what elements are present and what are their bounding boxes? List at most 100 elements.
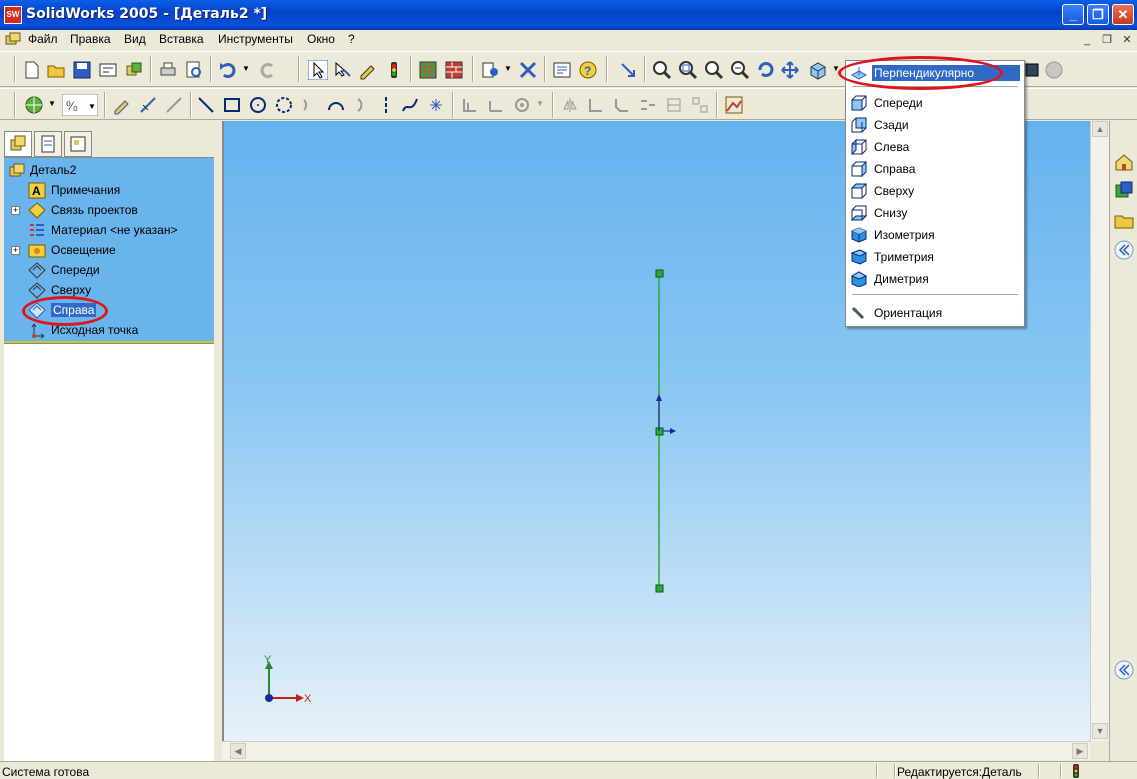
- design-library-icon[interactable]: [1113, 179, 1135, 201]
- sketch-icon[interactable]: [112, 95, 132, 115]
- centerpoint-arc-icon[interactable]: [352, 95, 372, 115]
- sketch-edit-icon[interactable]: [358, 60, 378, 80]
- arc-tool-icon[interactable]: [274, 95, 294, 115]
- file-explorer-icon[interactable]: [1113, 209, 1135, 231]
- menu-item-top[interactable]: Сверху: [846, 180, 1024, 202]
- close-button[interactable]: ✕: [1112, 4, 1134, 25]
- scroll-up-icon[interactable]: ▲: [1092, 121, 1108, 137]
- menu-view[interactable]: Вид: [124, 32, 146, 46]
- properties-icon[interactable]: [552, 60, 572, 80]
- menu-file[interactable]: Файл: [28, 32, 58, 46]
- view-globe-dropdown-icon[interactable]: ▼: [48, 99, 56, 108]
- move-entities-icon[interactable]: [690, 95, 710, 115]
- circular-pattern-icon[interactable]: [664, 95, 684, 115]
- horizontal-scrollbar[interactable]: ◀ ▶: [222, 741, 1090, 760]
- view-orientation-icon[interactable]: [808, 60, 828, 80]
- expand-pane-icon[interactable]: [1113, 659, 1135, 681]
- undo-icon[interactable]: [218, 60, 238, 80]
- collapse-pane-icon[interactable]: [1113, 239, 1135, 261]
- maximize-button[interactable]: ❐: [1087, 4, 1109, 25]
- options-icon[interactable]: [480, 60, 500, 80]
- minimize-button[interactable]: _: [1062, 4, 1084, 25]
- tree-item-material[interactable]: Материал <не указан>: [4, 220, 214, 240]
- menu-window[interactable]: Окно: [307, 32, 335, 46]
- tree-item-top-plane[interactable]: Сверху: [4, 280, 214, 300]
- pan-icon[interactable]: [780, 60, 800, 80]
- tab-property-manager[interactable]: [34, 131, 62, 157]
- mirror-icon[interactable]: [560, 95, 580, 115]
- help-icon[interactable]: ?: [578, 60, 598, 80]
- tab-configuration-manager[interactable]: [64, 131, 92, 157]
- doc-restore-icon[interactable]: ❐: [1100, 33, 1114, 47]
- make-assembly-icon[interactable]: [124, 60, 144, 80]
- centerline-icon[interactable]: [376, 95, 396, 115]
- shaded-sphere-icon[interactable]: [1044, 60, 1064, 80]
- scroll-left-icon[interactable]: ◀: [230, 743, 246, 759]
- doc-close-icon[interactable]: ✕: [1120, 33, 1134, 47]
- circle-tool-icon[interactable]: [248, 95, 268, 115]
- linear-pattern-icon[interactable]: [638, 95, 658, 115]
- menu-item-right[interactable]: Справа: [846, 158, 1024, 180]
- menu-item-back[interactable]: Сзади: [846, 114, 1024, 136]
- tab-feature-manager[interactable]: [4, 131, 32, 157]
- tree-item-origin[interactable]: Исходная точка: [4, 320, 214, 340]
- offset-dropdown-icon[interactable]: ▼: [536, 99, 544, 108]
- tree-item-front-plane[interactable]: Спереди: [4, 260, 214, 280]
- menu-item-dimetric[interactable]: Диметрия: [846, 268, 1024, 290]
- rebuild-icon[interactable]: [384, 60, 404, 80]
- menu-item-front[interactable]: Спереди: [846, 92, 1024, 114]
- tangent-arc-icon[interactable]: [300, 95, 320, 115]
- tree-item-annotations[interactable]: A Примечания: [4, 180, 214, 200]
- redo-icon[interactable]: [258, 60, 278, 80]
- doc-minimize-icon[interactable]: _: [1080, 33, 1094, 47]
- trim-icon[interactable]: [460, 95, 480, 115]
- zoom-to-area-icon[interactable]: [678, 60, 698, 80]
- part-document-icon[interactable]: [4, 32, 22, 48]
- menu-item-bottom[interactable]: Снизу: [846, 202, 1024, 224]
- menu-item-left[interactable]: Слева: [846, 136, 1024, 158]
- chamfer-icon[interactable]: [612, 95, 632, 115]
- point-tool-icon[interactable]: [426, 95, 446, 115]
- three-point-arc-icon[interactable]: [326, 95, 346, 115]
- zoom-to-selection-icon[interactable]: [730, 60, 750, 80]
- home-icon[interactable]: [1113, 151, 1135, 173]
- bricks-icon[interactable]: [444, 60, 464, 80]
- display-style-icon[interactable]: [1022, 60, 1042, 80]
- options-dropdown-icon[interactable]: ▼: [504, 64, 512, 73]
- relations-icon[interactable]: [164, 95, 184, 115]
- expand-icon[interactable]: +: [11, 246, 20, 255]
- scroll-right-icon[interactable]: ▶: [1072, 743, 1088, 759]
- open-folder-icon[interactable]: [46, 60, 66, 80]
- undo-dropdown-icon[interactable]: ▼: [242, 64, 250, 73]
- sketch-endpoint-top[interactable]: [655, 269, 664, 278]
- view-globe-icon[interactable]: [24, 95, 44, 115]
- select-other-icon[interactable]: [332, 60, 352, 80]
- previous-view-icon[interactable]: [618, 60, 638, 80]
- zoom-in-out-icon[interactable]: [704, 60, 724, 80]
- menu-item-isometric[interactable]: Изометрия: [846, 224, 1024, 246]
- sketch-endpoint-bottom[interactable]: [655, 584, 664, 593]
- tree-root[interactable]: Деталь2: [4, 160, 214, 180]
- scroll-down-icon[interactable]: ▼: [1092, 723, 1108, 739]
- print-icon[interactable]: [158, 60, 178, 80]
- spline-tool-icon[interactable]: [400, 95, 420, 115]
- make-drawing-icon[interactable]: [98, 60, 118, 80]
- grid-icon[interactable]: [418, 60, 438, 80]
- print-preview-icon[interactable]: [184, 60, 204, 80]
- rotate-view-icon[interactable]: [756, 60, 776, 80]
- fillet-icon[interactable]: [586, 95, 606, 115]
- smart-dimension-icon[interactable]: ⁰⁄₀ ▼: [62, 94, 98, 116]
- menu-edit[interactable]: Правка: [70, 32, 111, 46]
- sketch-picture-icon[interactable]: [724, 95, 744, 115]
- menu-insert[interactable]: Вставка: [159, 32, 204, 46]
- menu-tools[interactable]: Инструменты: [218, 32, 293, 46]
- customize-icon[interactable]: [518, 60, 538, 80]
- zoom-to-fit-icon[interactable]: [652, 60, 672, 80]
- dimension-icon[interactable]: [138, 95, 158, 115]
- rebuild-status-icon[interactable]: [1068, 764, 1084, 778]
- vertical-scrollbar[interactable]: ▲ ▼: [1090, 121, 1109, 741]
- tree-item-design-binder[interactable]: + Связь проектов: [4, 200, 214, 220]
- menu-help[interactable]: ?: [348, 32, 355, 46]
- menu-item-orientation[interactable]: Ориентация: [846, 302, 1024, 324]
- save-icon[interactable]: [72, 60, 92, 80]
